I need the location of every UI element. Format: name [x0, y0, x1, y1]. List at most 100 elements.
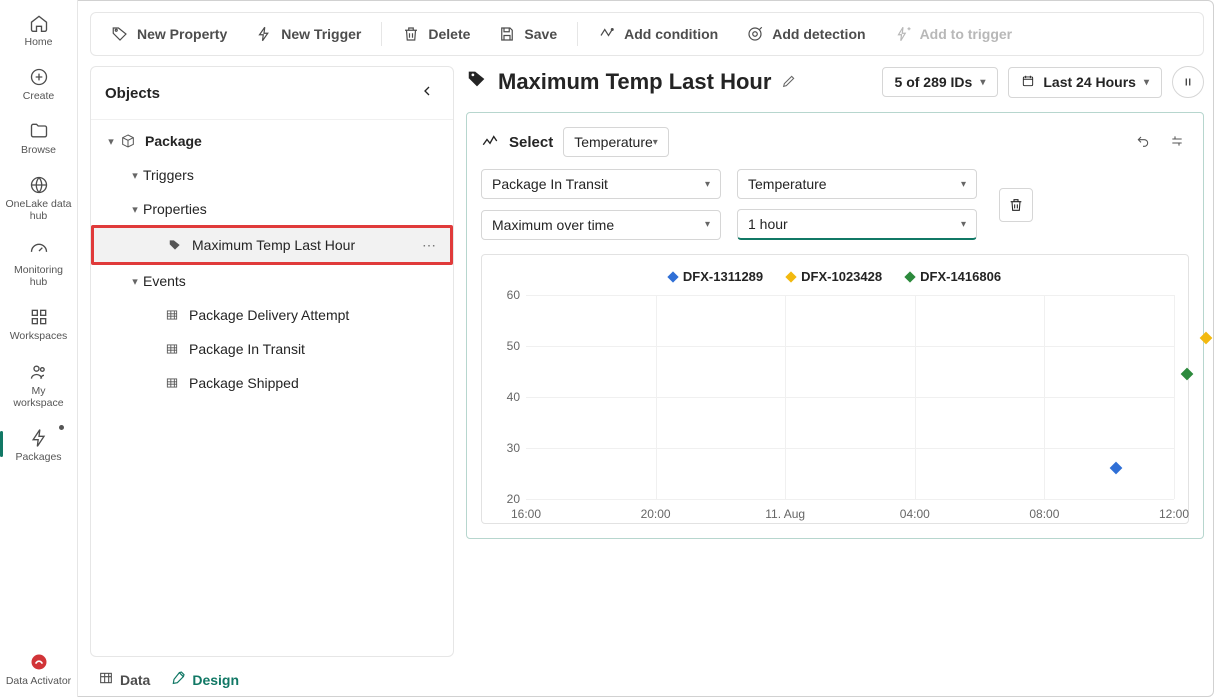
- y-tick: 60: [498, 288, 520, 302]
- chart-plot: 203040506016:0020:0011. Aug04:0008:0012:…: [526, 295, 1174, 499]
- objects-title: Objects: [105, 85, 160, 102]
- page-title: Maximum Temp Last Hour: [498, 69, 771, 95]
- line-icon: [481, 132, 499, 153]
- delete-label: Delete: [428, 26, 470, 42]
- nav-activator-label: Data Activator: [6, 675, 71, 687]
- chevron-down-icon: ▾: [103, 135, 119, 148]
- globe-icon: [28, 174, 50, 196]
- tree-event-item[interactable]: Package In Transit: [91, 332, 453, 366]
- gridline: [1174, 295, 1175, 499]
- filter-event-value: Package In Transit: [492, 176, 608, 192]
- filter-window-dropdown[interactable]: 1 hour ▾: [737, 209, 977, 240]
- person-icon: [28, 361, 50, 383]
- nav-workspaces[interactable]: Workspaces: [4, 300, 74, 346]
- x-tick: 08:00: [1029, 507, 1059, 521]
- nav-create-label: Create: [23, 90, 55, 102]
- data-point: [1109, 462, 1122, 475]
- tree-triggers[interactable]: ▾ Triggers: [91, 158, 453, 192]
- delete-button[interactable]: Delete: [390, 19, 482, 49]
- tab-design-label: Design: [192, 672, 239, 688]
- nav-browse[interactable]: Browse: [4, 114, 74, 160]
- legend-label: DFX-1416806: [920, 269, 1001, 284]
- add-to-trigger-button: Add to trigger: [882, 19, 1025, 49]
- nav-myworkspace[interactable]: My workspace: [4, 355, 74, 413]
- data-point: [1200, 332, 1213, 345]
- collapse-panel-button[interactable]: [415, 79, 439, 107]
- tree-event-item[interactable]: Package Shipped: [91, 366, 453, 400]
- tree-events[interactable]: ▾ Events: [91, 264, 453, 298]
- table-icon: [98, 670, 114, 689]
- chevron-down-icon: ▾: [705, 179, 710, 190]
- indicator-dot-icon: [59, 425, 64, 430]
- filter-aggregation-value: Maximum over time: [492, 217, 614, 233]
- tree-event-label: Package Delivery Attempt: [189, 307, 445, 323]
- trash-icon: [402, 25, 420, 43]
- chevron-down-icon: ▾: [1144, 77, 1149, 88]
- calendar-icon: [1021, 74, 1035, 91]
- time-range-selector[interactable]: Last 24 Hours ▾: [1008, 67, 1162, 98]
- chevron-down-icon: ▾: [127, 203, 143, 216]
- table-icon: [163, 308, 181, 322]
- edit-title-button[interactable]: [781, 69, 797, 95]
- legend-item: DFX-1416806: [906, 269, 1001, 284]
- chart: DFX-1311289 DFX-1023428 DFX-1416806 203040…: [481, 254, 1189, 524]
- y-tick: 30: [498, 441, 520, 455]
- save-button[interactable]: Save: [486, 19, 569, 49]
- new-trigger-button[interactable]: New Trigger: [243, 19, 373, 49]
- more-button[interactable]: ⋯: [416, 237, 442, 254]
- toolbar-divider: [381, 22, 382, 46]
- legend-swatch-icon: [904, 271, 915, 282]
- add-condition-button[interactable]: Add condition: [586, 19, 730, 49]
- target-icon: [746, 25, 764, 43]
- x-tick: 04:00: [900, 507, 930, 521]
- tree-properties-label: Properties: [143, 201, 445, 217]
- pause-button[interactable]: [1172, 66, 1204, 98]
- filter-event-dropdown[interactable]: Package In Transit ▾: [481, 169, 721, 199]
- legend-swatch-icon: [785, 271, 796, 282]
- nav-monitoring-label: Monitoring hub: [6, 264, 72, 288]
- tree-event-item[interactable]: Package Delivery Attempt: [91, 298, 453, 332]
- nav-monitoring[interactable]: Monitoring hub: [4, 234, 74, 292]
- nav-create[interactable]: Create: [4, 60, 74, 106]
- folder-icon: [28, 120, 50, 142]
- ids-selector[interactable]: 5 of 289 IDs ▾: [882, 67, 999, 97]
- toolbar: New Property New Trigger Delete Save Add…: [90, 12, 1204, 56]
- settings-button[interactable]: [1165, 129, 1189, 156]
- legend-item: DFX-1311289: [669, 269, 763, 284]
- add-detection-button[interactable]: Add detection: [734, 19, 877, 49]
- remove-filter-button[interactable]: [999, 188, 1033, 222]
- new-trigger-label: New Trigger: [281, 26, 361, 42]
- tag-small-icon: [166, 238, 184, 252]
- new-property-button[interactable]: New Property: [99, 19, 239, 49]
- tree-properties[interactable]: ▾ Properties: [91, 192, 453, 226]
- filter-aggregation-dropdown[interactable]: Maximum over time ▾: [481, 210, 721, 240]
- toolbar-divider: [577, 22, 578, 46]
- gridline: [526, 295, 1174, 296]
- x-tick: 11. Aug: [765, 507, 805, 521]
- tree-package[interactable]: ▾ Package: [91, 124, 453, 158]
- gridline: [785, 295, 786, 499]
- nav-packages[interactable]: Packages: [4, 421, 74, 467]
- table-icon: [163, 342, 181, 356]
- nav-home[interactable]: Home: [4, 6, 74, 52]
- legend-swatch-icon: [667, 271, 678, 282]
- tab-design[interactable]: Design: [170, 670, 239, 689]
- legend-label: DFX-1023428: [801, 269, 882, 284]
- tree-selected-property[interactable]: Maximum Temp Last Hour ⋯: [94, 228, 450, 262]
- new-property-label: New Property: [137, 26, 227, 42]
- filter-property-dropdown[interactable]: Temperature ▾: [737, 169, 977, 199]
- chevron-down-icon: ▾: [980, 77, 985, 88]
- select-metric-dropdown[interactable]: Temperature ▾: [563, 127, 669, 157]
- grid-icon: [28, 306, 50, 328]
- gridline: [526, 448, 1174, 449]
- save-icon: [498, 25, 516, 43]
- chevron-down-icon: ▾: [127, 275, 143, 288]
- gridline: [526, 499, 1174, 500]
- objects-tree: ▾ Package ▾ Triggers ▾ Properties Maximu…: [91, 120, 453, 404]
- chevron-down-icon: ▾: [127, 169, 143, 182]
- nav-data-activator[interactable]: Data Activator: [4, 645, 74, 691]
- chevron-down-icon: ▾: [961, 179, 966, 190]
- nav-onelake[interactable]: OneLake data hub: [4, 168, 74, 226]
- undo-button[interactable]: [1131, 129, 1155, 156]
- tab-data[interactable]: Data: [98, 670, 150, 689]
